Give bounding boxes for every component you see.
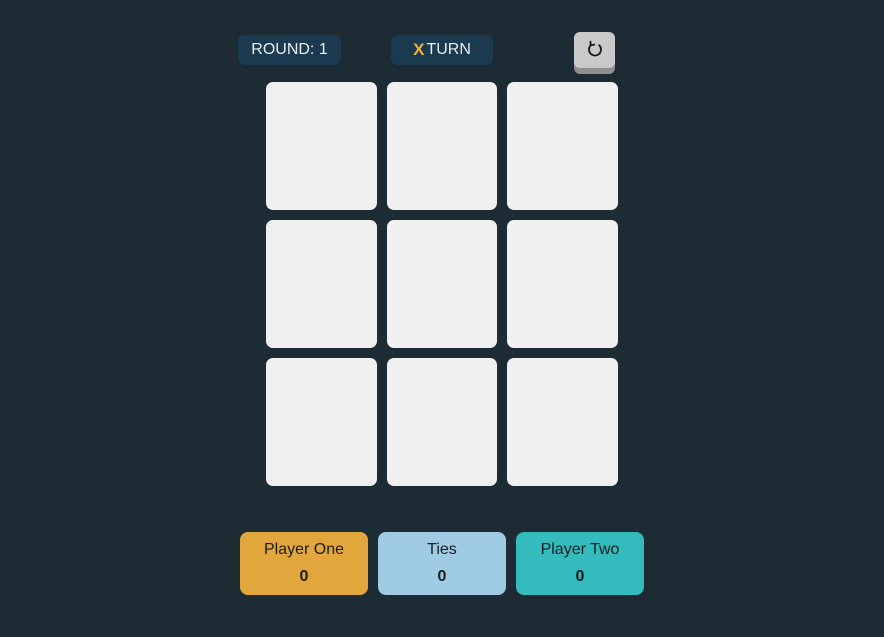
score-player-two-label: Player Two [540, 541, 620, 558]
round-label: ROUND: 1 [251, 41, 328, 58]
x-mark-icon: X [413, 40, 425, 59]
round-indicator: ROUND: 1 [238, 35, 341, 65]
turn-label: TURN [426, 41, 471, 58]
board-cell-3[interactable] [507, 82, 618, 210]
restart-icon [587, 40, 602, 57]
board-cell-6[interactable] [507, 220, 618, 348]
board-cell-7[interactable] [266, 358, 377, 486]
score-ties: Ties 0 [378, 532, 506, 595]
score-ties-value: 0 [437, 568, 447, 585]
game-page: ROUND: 1 X TURN Player One 0 Ties 0 Play… [0, 0, 884, 637]
score-player-two-value: 0 [575, 568, 585, 585]
game-board [266, 82, 618, 486]
board-cell-2[interactable] [387, 82, 497, 210]
score-player-two: Player Two 0 [516, 532, 644, 595]
board-cell-9[interactable] [507, 358, 618, 486]
board-cell-1[interactable] [266, 82, 377, 210]
restart-button[interactable] [574, 32, 615, 68]
turn-indicator: X TURN [391, 35, 493, 65]
score-player-one-label: Player One [263, 541, 345, 558]
score-ties-label: Ties [427, 541, 457, 558]
board-cell-5[interactable] [387, 220, 497, 348]
board-cell-4[interactable] [266, 220, 377, 348]
score-player-one: Player One 0 [240, 532, 368, 595]
score-player-one-value: 0 [299, 568, 309, 585]
board-cell-8[interactable] [387, 358, 497, 486]
